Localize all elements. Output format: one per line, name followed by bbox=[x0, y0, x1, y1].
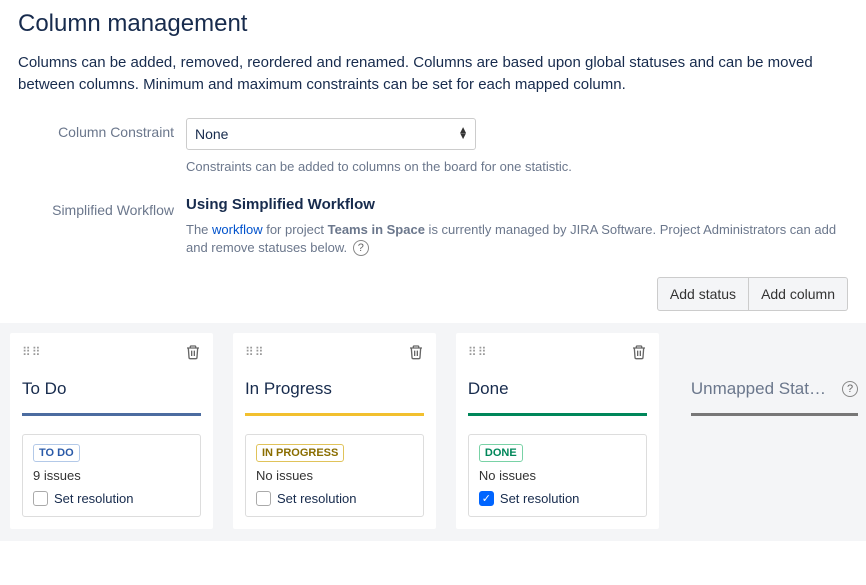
resolution-label: Set resolution bbox=[500, 491, 580, 506]
workflow-label: Simplified Workflow bbox=[18, 196, 186, 218]
resolution-checkbox[interactable] bbox=[33, 491, 48, 506]
drag-handle-icon[interactable]: ⠿⠿ bbox=[245, 350, 265, 355]
page-title: Column management bbox=[18, 10, 848, 38]
resolution-checkbox[interactable] bbox=[256, 491, 271, 506]
drag-handle-icon[interactable]: ⠿⠿ bbox=[22, 350, 42, 355]
issue-count: No issues bbox=[256, 468, 413, 483]
board-column: ⠿⠿ Done DONE No issues ✓ Set resolution bbox=[456, 333, 659, 529]
workflow-helper: The workflow for project Teams in Space … bbox=[186, 221, 848, 257]
column-underline bbox=[22, 413, 201, 416]
column-underline bbox=[691, 413, 858, 416]
page-description: Columns can be added, removed, reordered… bbox=[18, 52, 848, 96]
column-underline bbox=[468, 413, 647, 416]
column-underline bbox=[245, 413, 424, 416]
workflow-title: Using Simplified Workflow bbox=[186, 196, 848, 213]
add-column-button[interactable]: Add column bbox=[749, 277, 848, 311]
trash-icon[interactable] bbox=[185, 344, 201, 360]
help-icon[interactable]: ? bbox=[353, 240, 369, 256]
resolution-label: Set resolution bbox=[54, 491, 134, 506]
trash-icon[interactable] bbox=[408, 344, 424, 360]
column-title[interactable]: To Do bbox=[22, 379, 201, 399]
status-card[interactable]: TO DO 9 issues Set resolution bbox=[22, 434, 201, 517]
unmapped-title: Unmapped Stat… bbox=[691, 379, 836, 399]
status-card[interactable]: DONE No issues ✓ Set resolution bbox=[468, 434, 647, 517]
workflow-project-name: Teams in Space bbox=[328, 222, 425, 237]
constraint-label: Column Constraint bbox=[18, 118, 186, 140]
workflow-helper-pre: The bbox=[186, 222, 212, 237]
add-status-button[interactable]: Add status bbox=[657, 277, 749, 311]
resolution-label: Set resolution bbox=[277, 491, 357, 506]
status-badge: IN PROGRESS bbox=[256, 444, 344, 462]
resolution-checkbox[interactable]: ✓ bbox=[479, 491, 494, 506]
issue-count: 9 issues bbox=[33, 468, 190, 483]
status-badge: DONE bbox=[479, 444, 523, 462]
status-badge: TO DO bbox=[33, 444, 80, 462]
unmapped-column: Unmapped Stat…? bbox=[679, 333, 866, 529]
board-columns: ⠿⠿ To Do TO DO 9 issues Set resolution ⠿⠿ In P… bbox=[0, 323, 866, 541]
board-column: ⠿⠿ In Progress IN PROGRESS No issues Set res… bbox=[233, 333, 436, 529]
status-card[interactable]: IN PROGRESS No issues Set resolution bbox=[245, 434, 424, 517]
drag-handle-icon[interactable]: ⠿⠿ bbox=[468, 350, 488, 355]
constraint-select[interactable]: None bbox=[186, 118, 476, 150]
help-icon[interactable]: ? bbox=[842, 381, 858, 397]
workflow-helper-mid: for project bbox=[263, 222, 328, 237]
issue-count: No issues bbox=[479, 468, 636, 483]
column-title[interactable]: Done bbox=[468, 379, 647, 399]
trash-icon[interactable] bbox=[631, 344, 647, 360]
column-title[interactable]: In Progress bbox=[245, 379, 424, 399]
board-column: ⠿⠿ To Do TO DO 9 issues Set resolution bbox=[10, 333, 213, 529]
workflow-link[interactable]: workflow bbox=[212, 222, 263, 237]
constraint-helper: Constraints can be added to columns on t… bbox=[186, 158, 848, 176]
